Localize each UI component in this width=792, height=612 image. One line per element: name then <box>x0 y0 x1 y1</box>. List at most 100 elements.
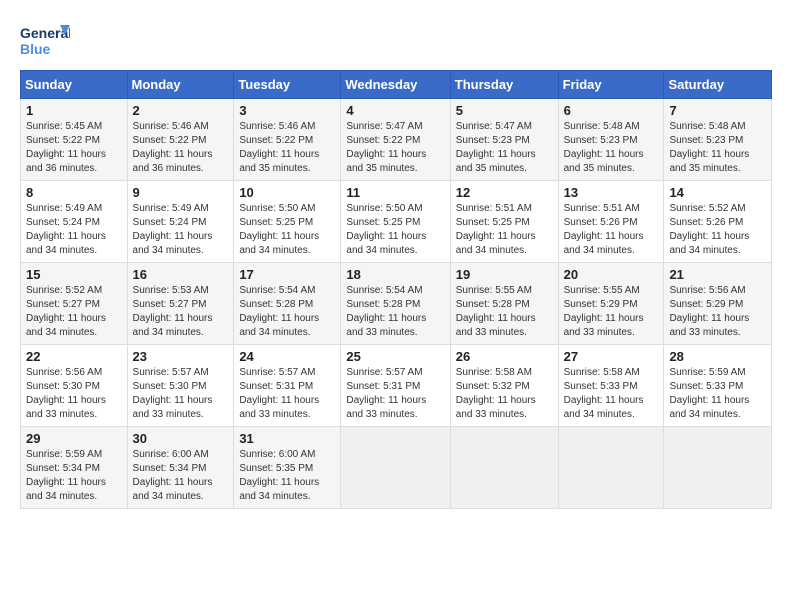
header-day-tuesday: Tuesday <box>234 71 341 99</box>
header-day-friday: Friday <box>558 71 664 99</box>
day-info: Sunrise: 5:51 AMSunset: 5:26 PMDaylight:… <box>564 202 659 258</box>
day-number: 9 <box>133 185 229 200</box>
day-number: 25 <box>346 349 444 364</box>
calendar-cell: 24 Sunrise: 5:57 AMSunset: 5:31 PMDaylig… <box>234 345 341 427</box>
day-info: Sunrise: 5:49 AMSunset: 5:24 PMDaylight:… <box>26 202 122 258</box>
calendar-cell: 31 Sunrise: 6:00 AMSunset: 5:35 PMDaylig… <box>234 427 341 509</box>
calendar-cell: 25 Sunrise: 5:57 AMSunset: 5:31 PMDaylig… <box>341 345 450 427</box>
day-info: Sunrise: 5:47 AMSunset: 5:23 PMDaylight:… <box>456 120 553 176</box>
calendar-cell: 22 Sunrise: 5:56 AMSunset: 5:30 PMDaylig… <box>21 345 128 427</box>
day-number: 1 <box>26 103 122 118</box>
calendar-cell: 1 Sunrise: 5:45 AMSunset: 5:22 PMDayligh… <box>21 99 128 181</box>
calendar-cell: 30 Sunrise: 6:00 AMSunset: 5:34 PMDaylig… <box>127 427 234 509</box>
calendar-cell: 14 Sunrise: 5:52 AMSunset: 5:26 PMDaylig… <box>664 181 772 263</box>
calendar-cell: 16 Sunrise: 5:53 AMSunset: 5:27 PMDaylig… <box>127 263 234 345</box>
calendar-cell: 20 Sunrise: 5:55 AMSunset: 5:29 PMDaylig… <box>558 263 664 345</box>
day-info: Sunrise: 5:57 AMSunset: 5:31 PMDaylight:… <box>346 366 444 422</box>
svg-text:Blue: Blue <box>20 41 51 57</box>
header-day-sunday: Sunday <box>21 71 128 99</box>
day-info: Sunrise: 5:46 AMSunset: 5:22 PMDaylight:… <box>133 120 229 176</box>
day-info: Sunrise: 5:55 AMSunset: 5:29 PMDaylight:… <box>564 284 659 340</box>
day-number: 19 <box>456 267 553 282</box>
day-info: Sunrise: 5:49 AMSunset: 5:24 PMDaylight:… <box>133 202 229 258</box>
day-number: 21 <box>669 267 766 282</box>
week-row-3: 15 Sunrise: 5:52 AMSunset: 5:27 PMDaylig… <box>21 263 772 345</box>
day-number: 7 <box>669 103 766 118</box>
day-number: 5 <box>456 103 553 118</box>
calendar-cell: 18 Sunrise: 5:54 AMSunset: 5:28 PMDaylig… <box>341 263 450 345</box>
day-number: 17 <box>239 267 335 282</box>
calendar-cell: 6 Sunrise: 5:48 AMSunset: 5:23 PMDayligh… <box>558 99 664 181</box>
day-number: 22 <box>26 349 122 364</box>
calendar-cell: 4 Sunrise: 5:47 AMSunset: 5:22 PMDayligh… <box>341 99 450 181</box>
calendar-cell: 7 Sunrise: 5:48 AMSunset: 5:23 PMDayligh… <box>664 99 772 181</box>
week-row-2: 8 Sunrise: 5:49 AMSunset: 5:24 PMDayligh… <box>21 181 772 263</box>
day-info: Sunrise: 5:56 AMSunset: 5:30 PMDaylight:… <box>26 366 122 422</box>
day-info: Sunrise: 5:52 AMSunset: 5:27 PMDaylight:… <box>26 284 122 340</box>
calendar-cell: 12 Sunrise: 5:51 AMSunset: 5:25 PMDaylig… <box>450 181 558 263</box>
header-day-saturday: Saturday <box>664 71 772 99</box>
day-number: 3 <box>239 103 335 118</box>
day-number: 24 <box>239 349 335 364</box>
calendar-cell: 27 Sunrise: 5:58 AMSunset: 5:33 PMDaylig… <box>558 345 664 427</box>
day-info: Sunrise: 5:46 AMSunset: 5:22 PMDaylight:… <box>239 120 335 176</box>
calendar-cell: 2 Sunrise: 5:46 AMSunset: 5:22 PMDayligh… <box>127 99 234 181</box>
header-day-thursday: Thursday <box>450 71 558 99</box>
calendar-cell <box>558 427 664 509</box>
logo-icon: General Blue <box>20 20 70 60</box>
day-number: 4 <box>346 103 444 118</box>
calendar-cell: 3 Sunrise: 5:46 AMSunset: 5:22 PMDayligh… <box>234 99 341 181</box>
calendar-cell: 23 Sunrise: 5:57 AMSunset: 5:30 PMDaylig… <box>127 345 234 427</box>
day-info: Sunrise: 5:45 AMSunset: 5:22 PMDaylight:… <box>26 120 122 176</box>
day-info: Sunrise: 6:00 AMSunset: 5:35 PMDaylight:… <box>239 448 335 504</box>
day-number: 16 <box>133 267 229 282</box>
day-number: 20 <box>564 267 659 282</box>
day-info: Sunrise: 5:47 AMSunset: 5:22 PMDaylight:… <box>346 120 444 176</box>
calendar-table: SundayMondayTuesdayWednesdayThursdayFrid… <box>20 70 772 509</box>
calendar-cell: 29 Sunrise: 5:59 AMSunset: 5:34 PMDaylig… <box>21 427 128 509</box>
day-info: Sunrise: 5:50 AMSunset: 5:25 PMDaylight:… <box>239 202 335 258</box>
day-info: Sunrise: 5:48 AMSunset: 5:23 PMDaylight:… <box>669 120 766 176</box>
calendar-cell: 19 Sunrise: 5:55 AMSunset: 5:28 PMDaylig… <box>450 263 558 345</box>
day-number: 6 <box>564 103 659 118</box>
calendar-cell: 11 Sunrise: 5:50 AMSunset: 5:25 PMDaylig… <box>341 181 450 263</box>
calendar-cell: 26 Sunrise: 5:58 AMSunset: 5:32 PMDaylig… <box>450 345 558 427</box>
calendar-cell: 15 Sunrise: 5:52 AMSunset: 5:27 PMDaylig… <box>21 263 128 345</box>
day-number: 14 <box>669 185 766 200</box>
day-number: 23 <box>133 349 229 364</box>
calendar-cell <box>341 427 450 509</box>
day-number: 8 <box>26 185 122 200</box>
day-number: 15 <box>26 267 122 282</box>
day-info: Sunrise: 5:59 AMSunset: 5:34 PMDaylight:… <box>26 448 122 504</box>
day-number: 29 <box>26 431 122 446</box>
day-info: Sunrise: 5:58 AMSunset: 5:33 PMDaylight:… <box>564 366 659 422</box>
calendar-cell: 21 Sunrise: 5:56 AMSunset: 5:29 PMDaylig… <box>664 263 772 345</box>
week-row-1: 1 Sunrise: 5:45 AMSunset: 5:22 PMDayligh… <box>21 99 772 181</box>
logo: General Blue <box>20 20 74 60</box>
day-info: Sunrise: 5:51 AMSunset: 5:25 PMDaylight:… <box>456 202 553 258</box>
day-info: Sunrise: 5:56 AMSunset: 5:29 PMDaylight:… <box>669 284 766 340</box>
day-number: 27 <box>564 349 659 364</box>
header-day-wednesday: Wednesday <box>341 71 450 99</box>
day-info: Sunrise: 5:54 AMSunset: 5:28 PMDaylight:… <box>346 284 444 340</box>
day-number: 2 <box>133 103 229 118</box>
week-row-5: 29 Sunrise: 5:59 AMSunset: 5:34 PMDaylig… <box>21 427 772 509</box>
day-number: 12 <box>456 185 553 200</box>
day-info: Sunrise: 5:50 AMSunset: 5:25 PMDaylight:… <box>346 202 444 258</box>
day-info: Sunrise: 6:00 AMSunset: 5:34 PMDaylight:… <box>133 448 229 504</box>
day-info: Sunrise: 5:57 AMSunset: 5:31 PMDaylight:… <box>239 366 335 422</box>
calendar-cell: 9 Sunrise: 5:49 AMSunset: 5:24 PMDayligh… <box>127 181 234 263</box>
day-info: Sunrise: 5:48 AMSunset: 5:23 PMDaylight:… <box>564 120 659 176</box>
day-number: 11 <box>346 185 444 200</box>
day-number: 26 <box>456 349 553 364</box>
day-number: 18 <box>346 267 444 282</box>
day-info: Sunrise: 5:55 AMSunset: 5:28 PMDaylight:… <box>456 284 553 340</box>
day-info: Sunrise: 5:57 AMSunset: 5:30 PMDaylight:… <box>133 366 229 422</box>
day-info: Sunrise: 5:58 AMSunset: 5:32 PMDaylight:… <box>456 366 553 422</box>
calendar-cell: 10 Sunrise: 5:50 AMSunset: 5:25 PMDaylig… <box>234 181 341 263</box>
day-info: Sunrise: 5:59 AMSunset: 5:33 PMDaylight:… <box>669 366 766 422</box>
header-row: SundayMondayTuesdayWednesdayThursdayFrid… <box>21 71 772 99</box>
calendar-cell: 5 Sunrise: 5:47 AMSunset: 5:23 PMDayligh… <box>450 99 558 181</box>
day-number: 10 <box>239 185 335 200</box>
day-number: 28 <box>669 349 766 364</box>
